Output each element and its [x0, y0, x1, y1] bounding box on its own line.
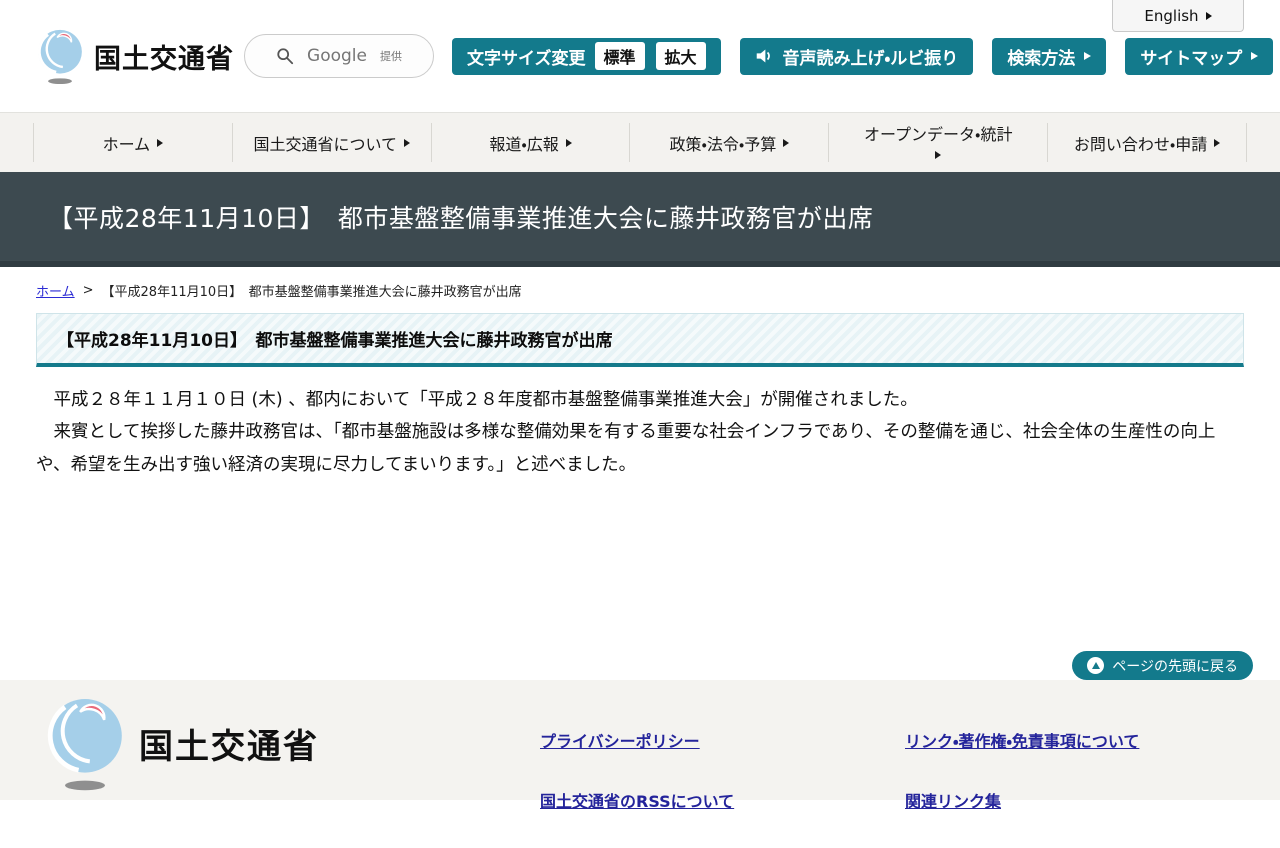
footer-link-rss[interactable]: 国土交通省のRSSについて: [540, 788, 734, 812]
article-heading-box: 【平成28年11月10日】 都市基盤整備事業推進大会に藤井政務官が出席: [36, 313, 1244, 367]
sitemap-button[interactable]: サイトマップ: [1125, 37, 1274, 75]
global-nav: ホーム 国土交通省について 報道・広報 政策・法令・予算 オープンデータ・統計 …: [0, 112, 1280, 172]
breadcrumb-separator: >: [82, 283, 94, 298]
nav-item-press[interactable]: 報道・広報: [430, 123, 630, 162]
sitemap-label: サイトマップ: [1140, 48, 1243, 69]
footer-logo[interactable]: 国土交通省: [45, 694, 319, 792]
search-placeholder-brand: Google: [307, 46, 367, 66]
main-content: ホーム > 【平成28年11月10日】 都市基盤整備事業推進大会に藤井政務官が出…: [0, 267, 1280, 680]
back-to-top-label: ページの先頭に戻る: [1112, 658, 1238, 675]
chevron-right-icon: [1084, 52, 1092, 60]
nav-item-label: お問い合わせ・申請: [1073, 134, 1208, 154]
search-icon: [277, 48, 294, 65]
page: 国土交通省 Google 提供 文字サイズ変更 標準 拡大 音声読み上げ・ルビ振: [0, 0, 1280, 811]
footer-logo-text: 国土交通省: [139, 726, 319, 767]
nav-item-opendata[interactable]: オープンデータ・統計: [828, 123, 1047, 162]
article-paragraph: 来賓として挨拶した藤井政務官は、「都市基盤施設は多様な整備効果を有する重要な社会…: [36, 422, 1216, 475]
breadcrumb-current: 【平成28年11月10日】 都市基盤整備事業推進大会に藤井政務官が出席: [101, 285, 522, 300]
nav-item-label: 報道・広報: [489, 134, 559, 154]
page-title: 【平成28年11月10日】 都市基盤整備事業推進大会に藤井政務官が出席: [48, 203, 874, 233]
footer-link-related[interactable]: 関連リンク集: [905, 788, 1139, 812]
footer-link-privacy[interactable]: プライバシーポリシー: [540, 728, 734, 752]
audio-reading-button[interactable]: 音声読み上げ・ルビ振り: [739, 37, 974, 75]
search-input[interactable]: Google 提供: [244, 34, 434, 78]
audio-reading-label: 音声読み上げ・ルビ振り: [782, 48, 959, 69]
font-size-large-button[interactable]: 拡大: [655, 42, 706, 70]
nav-item-home[interactable]: ホーム: [33, 123, 232, 162]
search-method-button[interactable]: 検索方法: [992, 37, 1107, 75]
english-label: English: [1144, 6, 1199, 25]
nav-item-label: ホーム: [102, 134, 151, 154]
search-method-label: 検索方法: [1007, 48, 1076, 69]
nav-item-label: オープンデータ・統計: [863, 124, 1013, 144]
arrow-up-circle-icon: [1087, 657, 1105, 674]
footer-link-copyright[interactable]: リンク・著作権・免責事項について: [905, 728, 1139, 752]
chevron-right-icon: [404, 138, 410, 147]
search-placeholder-provided: 提供: [379, 50, 402, 63]
nav-item-label: 政策・法令・予算: [669, 134, 777, 154]
footer-link-column-1: プライバシーポリシー 国土交通省のRSSについて: [540, 728, 734, 848]
header: 国土交通省 Google 提供 文字サイズ変更 標準 拡大 音声読み上げ・ルビ振: [0, 0, 1280, 112]
chevron-right-icon: [1205, 11, 1212, 20]
chevron-right-icon: [157, 138, 164, 147]
breadcrumb: ホーム > 【平成28年11月10日】 都市基盤整備事業推進大会に藤井政務官が出…: [36, 281, 1244, 300]
footer-link-column-2: リンク・著作権・免責事項について 関連リンク集: [905, 728, 1139, 848]
font-size-label: 文字サイズ変更: [467, 48, 586, 69]
back-to-top-button[interactable]: ページの先頭に戻る: [1072, 651, 1253, 680]
footer: 国土交通省 プライバシーポリシー 国土交通省のRSSについて リンク・著作権・免…: [0, 680, 1280, 811]
english-button[interactable]: English: [1112, 0, 1244, 32]
header-buttons: 文字サイズ変更 標準 拡大 音声読み上げ・ルビ振り 検索方法 サイトマップ: [452, 37, 1274, 75]
page-title-banner: 【平成28年11月10日】 都市基盤整備事業推進大会に藤井政務官が出席: [0, 172, 1280, 267]
chevron-right-icon: [783, 138, 790, 147]
mlit-logo-icon: [37, 29, 82, 85]
chevron-right-icon: [565, 138, 572, 147]
font-size-button: 文字サイズ変更 標準 拡大: [452, 37, 721, 75]
nav-item-policy[interactable]: 政策・法令・予算: [629, 123, 828, 162]
nav-item-about[interactable]: 国土交通省について: [231, 123, 431, 162]
nav-item-contact[interactable]: お問い合わせ・申請: [1047, 123, 1247, 162]
nav-item-label: 国土交通省について: [253, 134, 397, 154]
article-paragraph: 平成２８年１１月１０日 (木) 、都内において「平成２８年度都市基盤整備事業推進…: [36, 390, 918, 410]
article-body: 平成２８年１１月１０日 (木) 、都内において「平成２８年度都市基盤整備事業推進…: [36, 384, 1244, 481]
chevron-right-icon: [935, 151, 942, 160]
breadcrumb-home-link[interactable]: ホーム: [36, 281, 75, 300]
font-size-standard-button[interactable]: 標準: [594, 42, 645, 70]
site-logo[interactable]: 国土交通省: [36, 27, 234, 85]
article-heading: 【平成28年11月10日】 都市基盤整備事業推進大会に藤井政務官が出席: [57, 331, 613, 351]
chevron-right-icon: [1214, 138, 1221, 147]
mlit-logo-icon: [47, 699, 122, 791]
speaker-icon: [756, 49, 770, 63]
chevron-right-icon: [1251, 52, 1259, 60]
site-logo-text: 国土交通省: [94, 43, 234, 75]
